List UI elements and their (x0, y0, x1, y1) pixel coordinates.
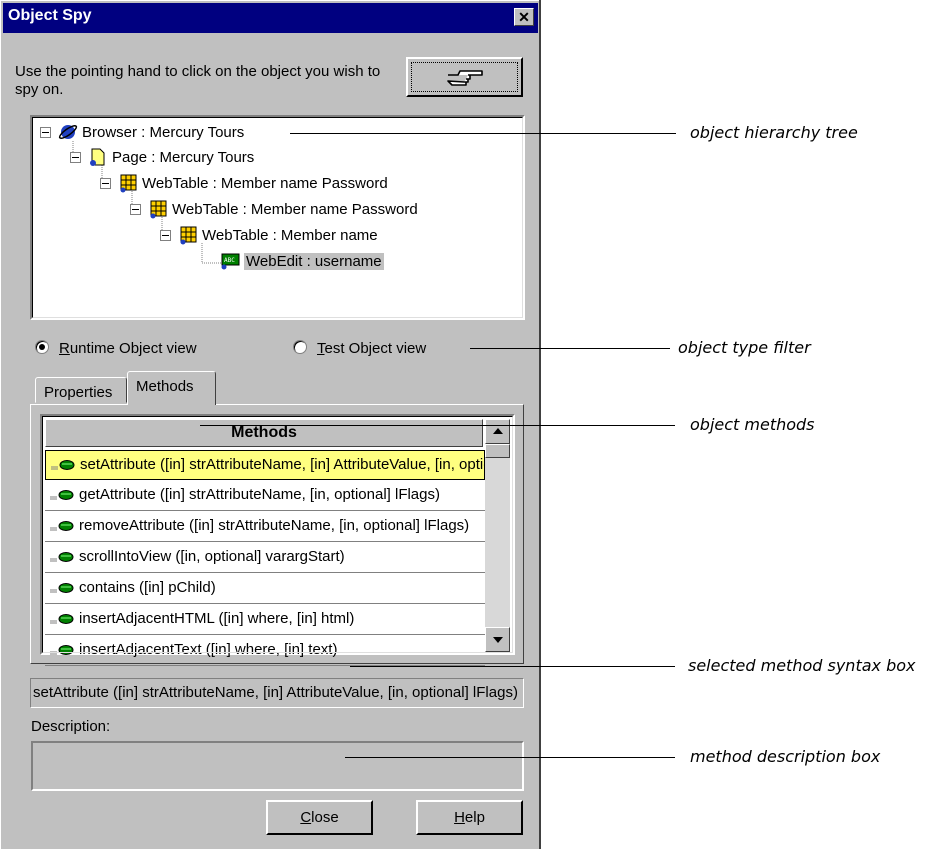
method-icon (50, 552, 74, 562)
leader-line-description (345, 757, 675, 758)
pointing-hand-button[interactable] (406, 57, 523, 97)
collapse-toggle-icon[interactable] (160, 230, 171, 241)
callout-object-type-filter: object type filter (678, 338, 811, 357)
callout-object-methods: object methods (690, 415, 815, 434)
methods-grid[interactable]: Methods setAttribute ([in] strAttributeN… (40, 414, 515, 666)
collapse-toggle-icon[interactable] (100, 178, 111, 189)
webtable-icon (120, 174, 137, 193)
accel-key: T (317, 340, 325, 357)
tab-methods[interactable]: Methods (127, 371, 216, 405)
method-signature: getAttribute ([in] strAttributeName, [in… (79, 486, 440, 503)
collapse-toggle-icon[interactable] (70, 152, 81, 163)
callout-object-hierarchy-tree: object hierarchy tree (690, 123, 858, 142)
method-signature: contains ([in] pChild) (79, 579, 216, 596)
tree-node-label: WebEdit : username (244, 253, 384, 270)
method-icon (50, 583, 74, 593)
button-label: elp (464, 809, 485, 826)
method-signature: insertAdjacentHTML ([in] where, [in] htm… (79, 610, 355, 627)
method-signature: removeAttribute ([in] strAttributeName, … (79, 517, 470, 534)
tab-properties[interactable]: Properties (35, 377, 127, 403)
title-bar[interactable]: Object Spy ✕ (3, 3, 538, 33)
webtable-icon (150, 200, 167, 219)
selected-method-syntax-box: setAttribute ([in] strAttributeName, [in… (30, 678, 524, 708)
leader-line-methods (200, 425, 675, 426)
method-row[interactable]: getAttribute ([in] strAttributeName, [in… (45, 481, 485, 511)
method-row[interactable]: insertAdjacentHTML ([in] where, [in] htm… (45, 605, 485, 635)
callout-selected-method-syntax-box: selected method syntax box (688, 656, 916, 675)
leader-line-filter (470, 348, 670, 349)
radio-runtime-object-view[interactable]: Runtime Object view (35, 340, 197, 357)
accel-key: H (454, 809, 465, 826)
radio-label: untime Object view (69, 340, 197, 357)
method-row[interactable]: insertAdjacentText ([in] where, [in] tex… (45, 636, 485, 666)
scroll-down-arrow-icon[interactable] (485, 627, 510, 652)
method-row[interactable]: removeAttribute ([in] strAttributeName, … (45, 512, 485, 542)
help-button[interactable]: Help (416, 800, 523, 835)
method-row[interactable]: scrollIntoView ([in, optional] varargSta… (45, 543, 485, 573)
method-icon (50, 490, 74, 500)
dialog-title: Object Spy (8, 7, 92, 24)
instruction-text: Use the pointing hand to click on the ob… (15, 63, 381, 98)
radio-label: est Object view (324, 340, 427, 357)
accel-key: C (300, 809, 312, 826)
methods-column-header[interactable]: Methods (45, 419, 483, 447)
method-icon (50, 614, 74, 624)
method-signature: insertAdjacentText ([in] where, [in] tex… (79, 641, 338, 658)
tab-label: Methods (136, 378, 194, 395)
tree-node-label: WebTable : Member name Password (142, 175, 388, 192)
callout-method-description-box: method description box (690, 747, 881, 766)
radio-selected-indicator[interactable] (35, 340, 49, 354)
scroll-thumb[interactable] (485, 444, 510, 458)
method-signature: setAttribute ([in] strAttributeName, [in… (80, 456, 484, 473)
accel-key: R (59, 340, 70, 357)
radio-unselected-indicator[interactable] (293, 340, 307, 354)
tree-node-label: Page : Mercury Tours (112, 149, 255, 166)
scroll-up-arrow-icon[interactable] (485, 419, 510, 444)
collapse-toggle-icon[interactable] (130, 204, 141, 215)
tree-node-label: WebTable : Member name (202, 227, 378, 244)
webtable-icon (180, 226, 197, 245)
radio-test-object-view[interactable]: Test Object view (293, 340, 426, 357)
method-icon (50, 645, 74, 655)
method-row[interactable]: contains ([in] pChild) (45, 574, 485, 604)
method-icon (51, 460, 75, 470)
description-label: Description: (31, 718, 111, 735)
leader-line-tree (290, 133, 676, 134)
object-hierarchy-tree[interactable]: Browser : Mercury Tours Page : Mercury T… (30, 115, 525, 320)
tree-node-label: WebTable : Member name Password (172, 201, 418, 218)
svg-text:ABC: ABC (224, 257, 235, 264)
close-window-button[interactable]: ✕ (514, 8, 534, 26)
tree-node-label: Browser : Mercury Tours (82, 124, 245, 141)
pointing-hand-icon (447, 70, 483, 86)
methods-scrollbar[interactable] (485, 419, 510, 652)
method-signature: scrollIntoView ([in, optional] varargSta… (79, 548, 345, 565)
collapse-toggle-icon[interactable] (40, 127, 51, 138)
close-button[interactable]: Close (266, 800, 373, 835)
browser-globe-icon (58, 125, 78, 139)
leader-line-syntax (350, 666, 675, 667)
page-icon (90, 148, 105, 166)
tab-label: Properties (44, 384, 113, 401)
method-row[interactable]: setAttribute ([in] strAttributeName, [in… (45, 450, 485, 480)
button-label: lose (311, 809, 339, 826)
webedit-icon: ABC (221, 253, 240, 270)
method-description-box (31, 741, 524, 791)
method-icon (50, 521, 74, 531)
